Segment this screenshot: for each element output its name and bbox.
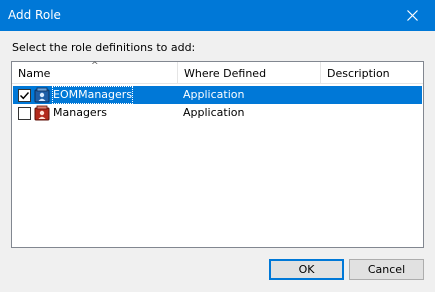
row-checkbox[interactable]: [18, 107, 31, 120]
column-label: Where Defined: [184, 67, 267, 80]
role-icon: [34, 105, 50, 121]
sort-ascending-icon: ^: [91, 61, 99, 71]
role-list[interactable]: ^ Name Where Defined Description EOMMana…: [11, 61, 424, 248]
column-header-where-defined[interactable]: Where Defined: [178, 62, 321, 83]
column-header-description[interactable]: Description: [321, 62, 423, 83]
column-label: Description: [327, 67, 390, 80]
table-row[interactable]: Managers Application: [13, 104, 422, 122]
role-name: EOMManagers: [52, 86, 134, 104]
cancel-button[interactable]: Cancel: [349, 259, 424, 280]
checkmark-icon: [20, 92, 30, 100]
ok-button[interactable]: OK: [269, 259, 344, 280]
role-name: Managers: [53, 106, 107, 119]
column-header-name[interactable]: ^ Name: [12, 61, 178, 83]
row-checkbox[interactable]: [18, 89, 31, 102]
column-label: Name: [18, 67, 51, 80]
title-bar: Add Role: [0, 0, 435, 31]
close-button[interactable]: [389, 0, 435, 31]
role-icon: [34, 87, 50, 103]
window-title: Add Role: [8, 8, 61, 22]
where-defined-cell: Application: [183, 106, 245, 119]
close-icon: [406, 10, 418, 21]
table-row[interactable]: EOMManagers Application: [13, 86, 422, 104]
list-header: ^ Name Where Defined Description: [12, 61, 423, 84]
instruction-label: Select the role definitions to add:: [12, 41, 196, 54]
where-defined-cell: Application: [183, 88, 245, 101]
